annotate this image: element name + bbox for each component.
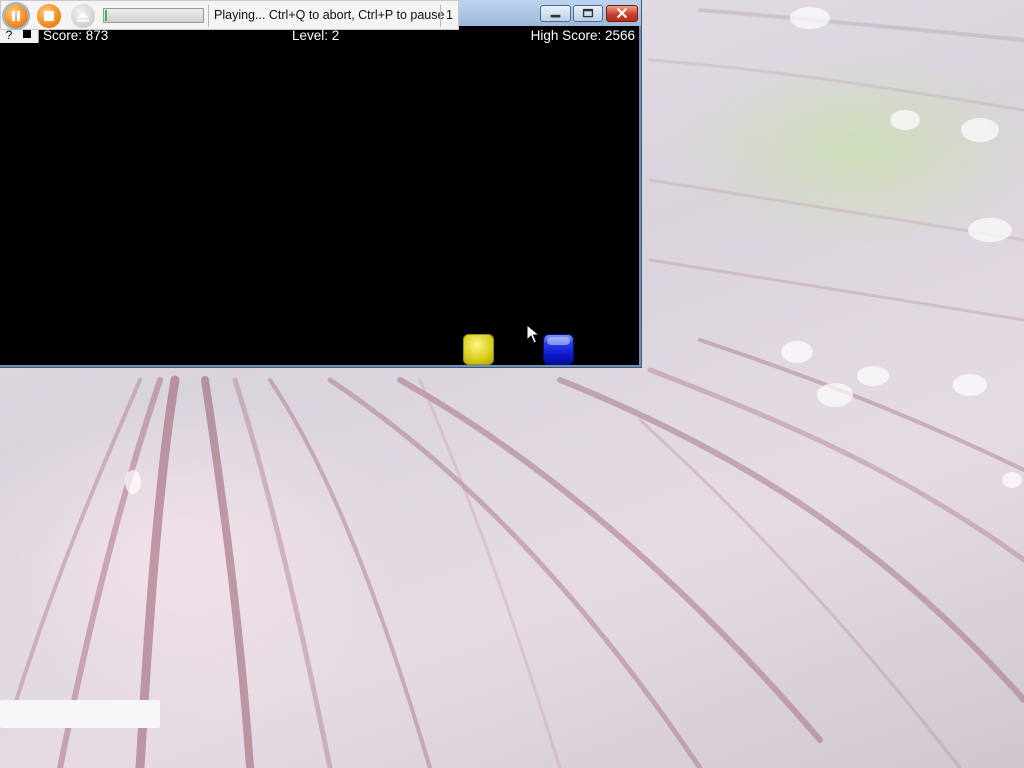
stop-icon — [44, 11, 54, 21]
score-label: Score: 873 — [43, 28, 109, 43]
playback-status: Playing... Ctrl+Q to abort, Ctrl+P to pa… — [214, 8, 445, 22]
eject-icon — [77, 12, 89, 22]
level-label: Level: 2 — [292, 28, 340, 43]
pause-icon — [12, 11, 20, 21]
playback-counter: 1 — [446, 8, 453, 22]
square-icon[interactable] — [23, 30, 31, 38]
game-window[interactable]: Score: 873 Level: 2 High Score: 2566 ? — [0, 0, 642, 368]
blue-block — [543, 334, 574, 365]
close-icon — [616, 7, 628, 19]
stop-button[interactable] — [37, 4, 61, 28]
playback-progress-bar — [103, 8, 204, 23]
taskbar-fragment — [0, 700, 160, 728]
game-canvas[interactable]: Score: 873 Level: 2 High Score: 2566 — [0, 26, 639, 365]
macro-recorder-toolbar: Playing... Ctrl+Q to abort, Ctrl+P to pa… — [0, 0, 459, 30]
yellow-block — [463, 334, 494, 365]
playback-progress-fill — [105, 10, 107, 21]
toolbar-separator — [208, 5, 209, 27]
eject-button[interactable] — [71, 4, 95, 28]
high-score-label: High Score: 2566 — [530, 28, 635, 43]
minimize-button[interactable] — [540, 5, 571, 22]
mouse-cursor-icon — [526, 324, 540, 344]
close-button[interactable] — [606, 5, 638, 22]
maximize-button[interactable] — [573, 5, 603, 22]
toolbar-separator — [440, 5, 441, 27]
minimize-icon — [550, 14, 561, 18]
maximize-icon — [582, 8, 594, 18]
pause-button[interactable] — [4, 4, 28, 28]
